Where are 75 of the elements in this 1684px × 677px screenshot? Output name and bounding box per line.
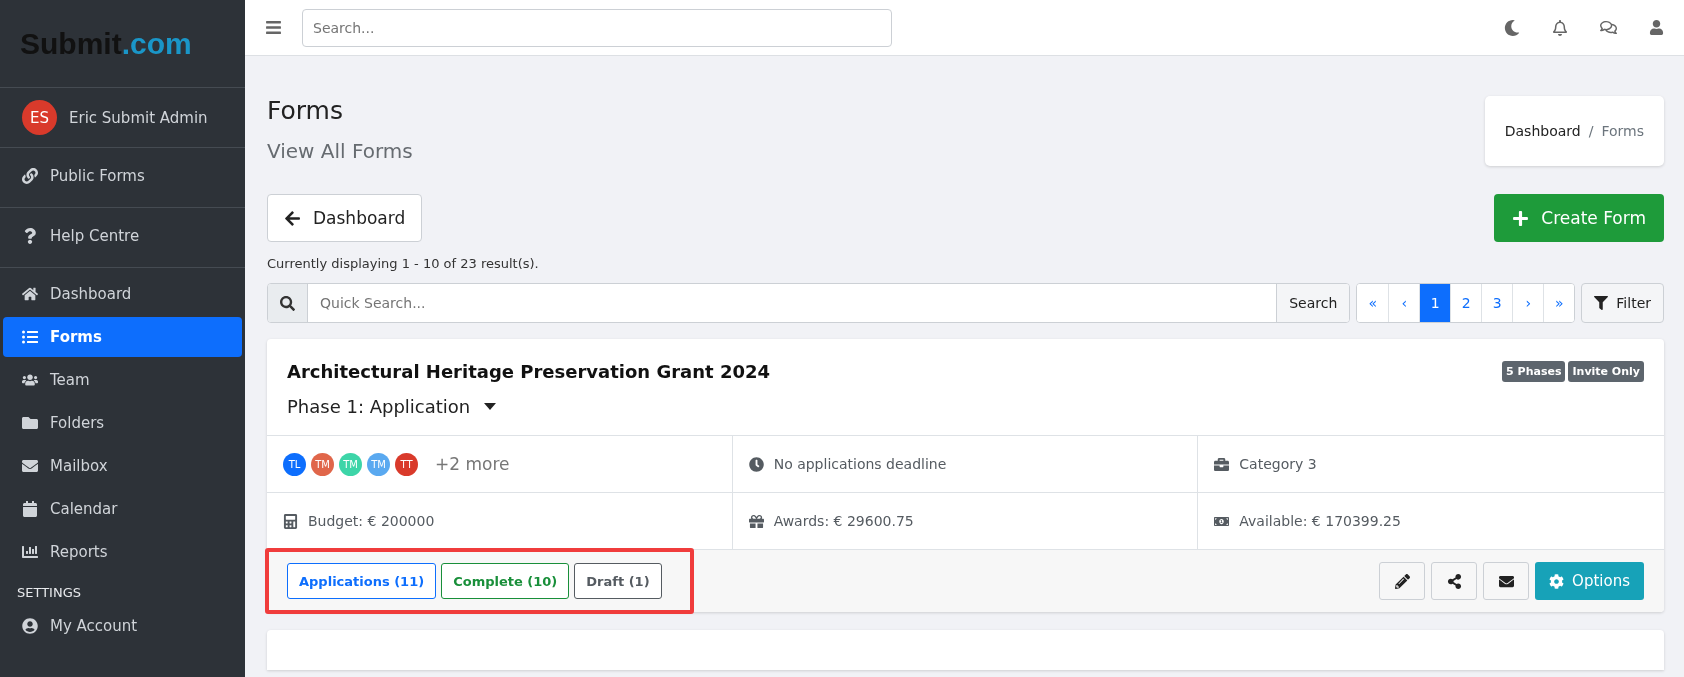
member-avatar: TM: [339, 452, 362, 476]
info-text: Category 3: [1239, 456, 1317, 472]
settings-icon: [1549, 573, 1565, 589]
filter-button[interactable]: Filter: [1581, 283, 1664, 323]
sidebar-item[interactable]: Team: [3, 360, 242, 400]
help-icon: [22, 228, 38, 244]
section-title: SETTINGS: [16, 584, 82, 602]
calculator-icon: [283, 513, 298, 529]
form-title: Architectural Heritage Preservation Grant 2024: [287, 361, 770, 382]
sidebar-item[interactable]: Calendar: [3, 489, 242, 529]
user-name: Eric Submit Admin: [69, 108, 208, 127]
create-form-button[interactable]: Create Form: [1494, 194, 1664, 242]
users-icon: [22, 372, 38, 388]
bell-icon[interactable]: [1552, 19, 1568, 36]
sidebar-item[interactable]: Mailbox: [3, 446, 242, 486]
home-icon: [22, 286, 38, 302]
caret-icon: [484, 403, 497, 410]
plus-icon: [1512, 209, 1530, 227]
status-button[interactable]: Applications (11): [287, 563, 437, 599]
mail-icon: [1498, 573, 1514, 589]
arrow-left-icon: [284, 209, 301, 227]
breadcrumb-link[interactable]: Dashboard: [1504, 123, 1581, 139]
calendar-icon: [22, 501, 38, 517]
email-button[interactable]: [1483, 562, 1530, 600]
member-avatar: TL: [283, 452, 306, 476]
menu-icon[interactable]: [265, 19, 282, 36]
result-info: Currently displaying 1 - 10 of 23 result(s).: [267, 256, 540, 271]
page-link[interactable]: »: [1543, 284, 1575, 322]
sidebar-link[interactable]: Help Centre: [22, 216, 140, 256]
chat-icon[interactable]: [1600, 19, 1617, 36]
info-text: Available: € 170399.25: [1239, 513, 1401, 529]
breadcrumb-link[interactable]: Forms: [1601, 123, 1644, 139]
sidebar-item[interactable]: My Account: [3, 606, 242, 646]
sidebar-item[interactable]: Reports: [3, 532, 242, 572]
page-link[interactable]: 1: [1419, 284, 1451, 322]
breadcrumb-separator: /: [1588, 123, 1594, 139]
gift-icon: [748, 513, 764, 529]
search-button[interactable]: Search: [1276, 284, 1350, 322]
member-avatar: TT: [395, 452, 418, 476]
page-title: Forms: [267, 96, 344, 125]
edit-button[interactable]: [1379, 562, 1426, 600]
list-icon: [22, 329, 38, 345]
moon-icon[interactable]: [1504, 19, 1520, 36]
sidebar-item[interactable]: Forms: [3, 317, 242, 357]
quick-search-field[interactable]: Quick Search... Search: [267, 283, 1351, 323]
member-avatar: TM: [367, 452, 390, 476]
mail-icon: [22, 458, 38, 474]
link-icon: [22, 168, 38, 184]
pencil-icon: [1394, 573, 1410, 589]
sidebar-link[interactable]: Public Forms: [22, 156, 145, 196]
status-button[interactable]: Complete (10): [441, 563, 570, 599]
share-button[interactable]: [1431, 562, 1478, 600]
user-avatar: ES: [22, 100, 57, 135]
info-text: No applications deadline: [773, 456, 947, 472]
info-text: Budget: € 200000: [308, 513, 435, 529]
search-field[interactable]: Search...: [302, 8, 892, 47]
back-button[interactable]: Dashboard: [267, 194, 423, 242]
sidebar-item[interactable]: Dashboard: [3, 274, 242, 314]
sidebar-item[interactable]: Folders: [3, 403, 242, 443]
folder-icon: [22, 415, 38, 431]
filter-icon: [1594, 296, 1609, 310]
badge: 5 Phases: [1502, 361, 1566, 382]
bar-chart-icon: [22, 544, 38, 560]
page-subtitle: View All Forms: [267, 139, 413, 163]
more-members: +2 more: [435, 454, 510, 474]
info-text: Awards: € 29600.75: [773, 513, 914, 529]
search-icon: [280, 295, 295, 311]
share-icon: [1446, 573, 1462, 589]
phase-dropdown[interactable]: Phase 1: Application: [287, 396, 497, 417]
briefcase-icon: [1214, 456, 1230, 472]
badge: Invite Only: [1568, 361, 1644, 382]
clock-icon: [748, 456, 764, 472]
member-avatar: TM: [311, 452, 334, 476]
user-icon[interactable]: [1649, 20, 1664, 35]
status-button[interactable]: Draft (1): [574, 563, 662, 599]
